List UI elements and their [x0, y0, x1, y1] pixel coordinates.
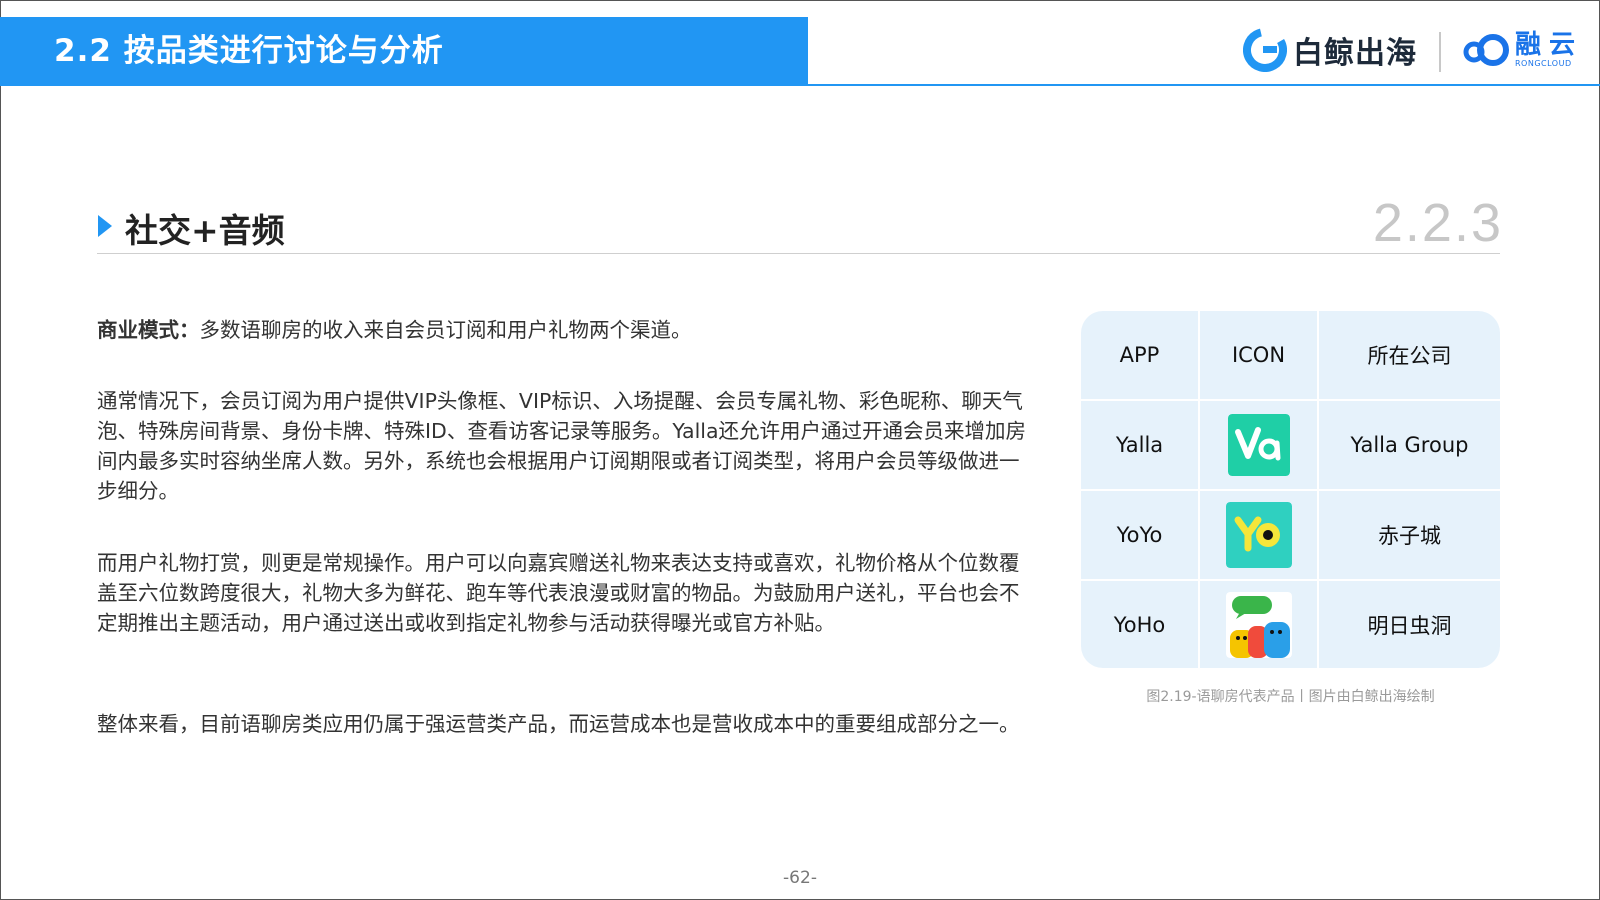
table-cell-icon: [1200, 581, 1317, 668]
header-bar: 2.2 按品类进行讨论与分析: [0, 17, 808, 85]
table-cell-company: 赤子城: [1378, 524, 1441, 548]
page-number: -62-: [783, 868, 817, 888]
table-cell-app: YoHo: [1113, 612, 1166, 637]
table-header-icon: ICON: [1231, 343, 1286, 367]
baijing-logo-text: 白鲸出海: [1293, 36, 1417, 71]
header-underline: [0, 84, 1600, 86]
table-header-app: APP: [1119, 343, 1160, 367]
paragraph-membership: 通常情况下，会员订阅为用户提供VIP头像框、VIP标识、入场提醒、会员专属礼物、…: [97, 389, 1027, 503]
baijing-logo-icon: [1243, 28, 1287, 72]
baijing-logo: 白鲸出海: [1243, 28, 1417, 72]
paragraph-business-model: 商业模式：多数语聊房的收入来自会员订阅和用户礼物两个渠道。: [97, 315, 1037, 345]
rongyun-logo-icon: [1463, 34, 1509, 66]
paragraph-summary: 整体来看，目前语聊房类应用仍属于强运营类产品，而运营成本也是营收成本中的重要组成…: [97, 712, 1020, 736]
yoyo-app-icon: [1225, 502, 1292, 568]
table-cell-icon: [1200, 491, 1317, 579]
table-cell-company: 明日虫洞: [1367, 613, 1452, 638]
table-cell-icon: [1200, 401, 1317, 489]
yoho-app-icon: [1225, 591, 1292, 658]
page-title: 2.2 按品类进行讨论与分析: [54, 33, 444, 69]
section-divider: [97, 253, 1500, 254]
section-marker-icon: [98, 215, 112, 237]
app-table: APP ICON 所在公司 Yalla Yalla Group YoYo 赤子城…: [1081, 311, 1500, 668]
business-model-label: 商业模式：: [97, 318, 200, 342]
rongyun-logo-subtext: RONGCLOUD: [1515, 59, 1572, 68]
table-cell-app: Yalla: [1115, 433, 1164, 457]
business-model-text: 多数语聊房的收入来自会员订阅和用户礼物两个渠道。: [199, 318, 692, 342]
table-cell-company: Yalla Group: [1350, 433, 1469, 457]
table-header-company: 所在公司: [1367, 344, 1452, 368]
section-number: 2.2.3: [1372, 193, 1503, 253]
rongyun-logo: 融云 RONGCLOUD: [1461, 30, 1583, 70]
paragraph-gifts: 而用户礼物打赏，则更是常规操作。用户可以向嘉宾赠送礼物来表达支持或喜欢，礼物价格…: [97, 551, 1020, 635]
yalla-app-icon: [1227, 414, 1290, 476]
table-cell-app: YoYo: [1116, 523, 1163, 547]
logo-divider: [1439, 32, 1441, 72]
rongyun-logo-text: 融云: [1515, 30, 1584, 60]
section-title: 社交+音频: [125, 211, 285, 250]
figure-caption: 图2.19-语聊房代表产品丨图片由白鲸出海绘制: [1146, 689, 1435, 705]
